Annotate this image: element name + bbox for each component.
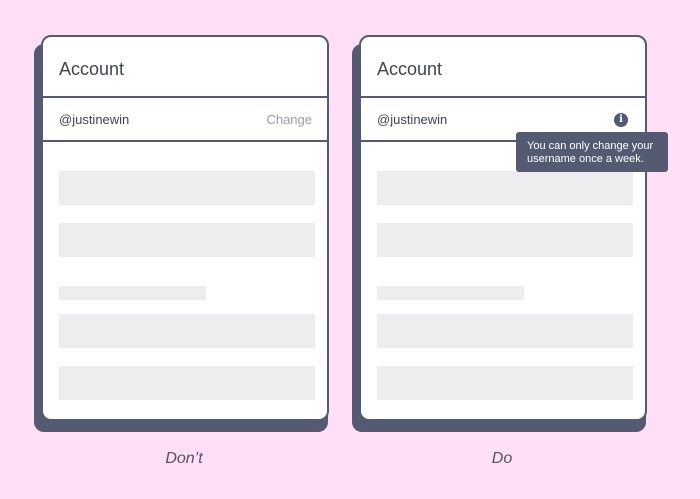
change-username-link[interactable]: Change [266, 112, 312, 127]
account-card: Account @justinewin i [359, 35, 647, 421]
placeholder-field [59, 171, 315, 205]
placeholder-field [377, 366, 633, 400]
placeholder-label [377, 286, 524, 300]
username-label: @justinewin [377, 112, 448, 127]
divider [43, 96, 327, 98]
do-caption: Do [491, 450, 513, 467]
placeholder-field [59, 314, 315, 348]
placeholder-field [59, 223, 315, 257]
card-title: Account [377, 59, 443, 79]
divider [43, 140, 327, 142]
username-info-tooltip: You can only change your username once a… [516, 132, 668, 172]
divider [361, 96, 645, 98]
tooltip-line: username once a week. [527, 153, 644, 165]
dont-example-panel: Account @justinewin Change Don’t [34, 0, 334, 499]
placeholder-field [377, 223, 633, 257]
tooltip-line: You can only change your [527, 140, 654, 152]
do-example-panel: Account @justinewin i You can only chang… [352, 0, 668, 499]
info-icon[interactable]: i [614, 113, 628, 127]
placeholder-label [59, 286, 206, 300]
placeholder-field [377, 314, 633, 348]
placeholder-field [377, 171, 633, 205]
username-label: @justinewin [59, 112, 130, 127]
dont-caption: Don’t [165, 450, 203, 467]
placeholder-field [59, 366, 315, 400]
card-title: Account [59, 59, 125, 79]
account-card: Account @justinewin Change [41, 35, 329, 421]
